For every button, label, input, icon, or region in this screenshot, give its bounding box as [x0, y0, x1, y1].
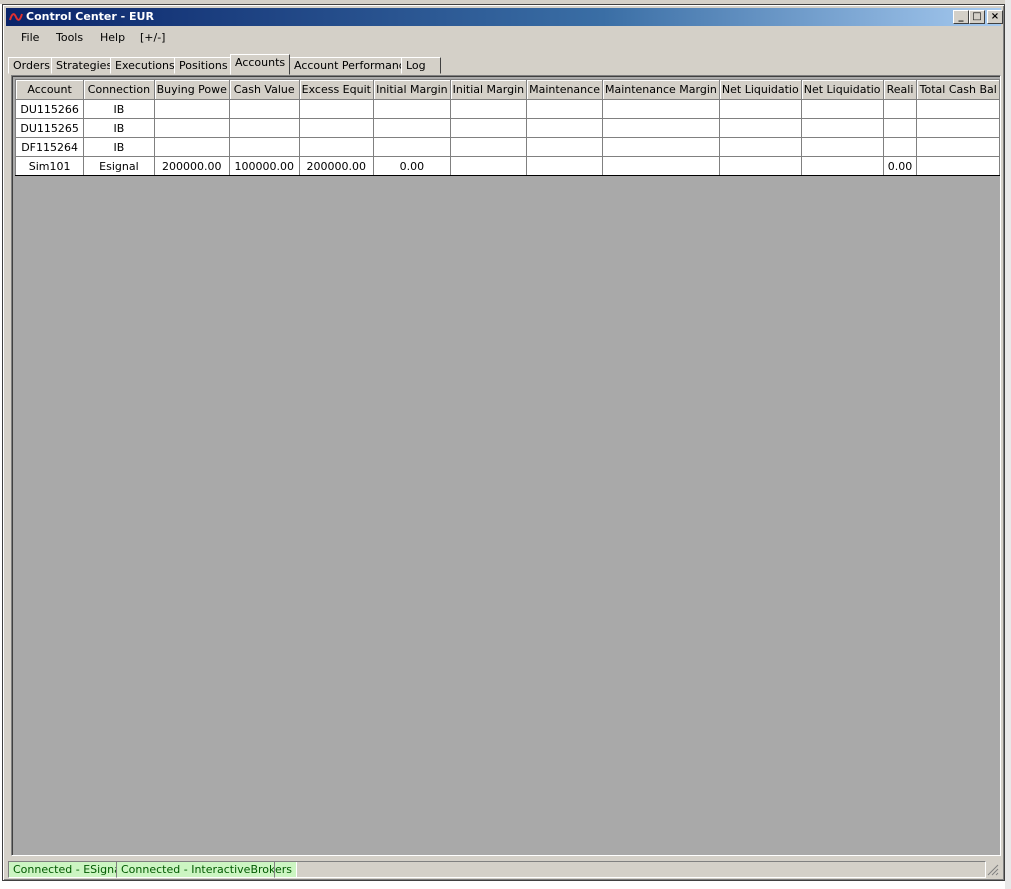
table-cell[interactable]: [228, 137, 300, 157]
col-connection-header[interactable]: Connection: [83, 79, 155, 100]
table-cell[interactable]: [526, 137, 603, 157]
table-cell[interactable]: [601, 137, 720, 157]
window-title: Control Center - EUR: [26, 10, 154, 23]
table-cell[interactable]: [373, 137, 451, 157]
table-cell[interactable]: [298, 137, 375, 157]
control-center-window: Control Center - EUR _ □ × File Tools He…: [2, 4, 1005, 881]
col-net-liquidation-header[interactable]: Net Liquidatio: [718, 79, 802, 100]
tab-account-performance[interactable]: Account Performance: [289, 57, 417, 74]
menu-file[interactable]: File: [21, 31, 39, 45]
col-initial-margin-2-header[interactable]: Initial Margin: [449, 79, 528, 100]
maximize-button[interactable]: □: [969, 10, 985, 24]
table-cell[interactable]: [228, 118, 300, 138]
table-cell[interactable]: [449, 99, 528, 119]
table-cell[interactable]: [449, 156, 528, 176]
table-cell[interactable]: 100000.00: [228, 156, 300, 176]
status-bar: Connected - ESignal Connected - Interact…: [6, 861, 1001, 879]
table-row[interactable]: DU115265 IB: [14, 118, 1000, 138]
tab-log[interactable]: Log: [401, 57, 441, 74]
tab-executions[interactable]: Executions: [110, 57, 180, 74]
table-cell[interactable]: [800, 118, 884, 138]
table-cell[interactable]: DF115264: [14, 137, 85, 157]
table-cell[interactable]: [526, 156, 603, 176]
table-cell[interactable]: [153, 99, 230, 119]
col-account-header[interactable]: Account: [14, 79, 85, 100]
table-cell[interactable]: [601, 118, 720, 138]
table-cell[interactable]: [298, 118, 375, 138]
table-cell[interactable]: [800, 99, 884, 119]
tab-strategies[interactable]: Strategies: [51, 57, 118, 74]
accounts-grid-area: Account Connection Buying Powe Cash Valu…: [11, 75, 1001, 856]
table-cell[interactable]: [153, 118, 230, 138]
table-row[interactable]: DF115264 IB: [14, 137, 1000, 157]
table-cell[interactable]: [800, 137, 884, 157]
table-cell[interactable]: Sim101: [14, 156, 85, 176]
table-cell[interactable]: [882, 118, 918, 138]
col-total-cash-balance-header[interactable]: Total Cash Bal: [916, 79, 1000, 100]
resize-grip-icon[interactable]: [987, 864, 999, 876]
table-cell[interactable]: [718, 99, 802, 119]
table-cell[interactable]: [153, 137, 230, 157]
col-cash-value-header[interactable]: Cash Value: [228, 79, 300, 100]
menu-help[interactable]: Help: [100, 31, 125, 45]
table-cell[interactable]: Esignal: [83, 156, 155, 176]
app-icon: [9, 13, 23, 21]
menu-bar: File Tools Help [+/-]: [6, 28, 1001, 48]
table-cell[interactable]: [526, 99, 603, 119]
table-cell[interactable]: 0.00: [373, 156, 451, 176]
col-buying-power-header[interactable]: Buying Powe: [153, 79, 230, 100]
table-cell[interactable]: [718, 137, 802, 157]
header-row: Account Connection Buying Powe Cash Valu…: [14, 79, 1000, 100]
table-cell[interactable]: [298, 99, 375, 119]
table-cell[interactable]: [718, 156, 802, 176]
desktop-background-right: [1005, 0, 1011, 889]
minimize-button[interactable]: _: [953, 10, 969, 24]
table-cell[interactable]: 200000.00: [153, 156, 230, 176]
table-cell[interactable]: [449, 118, 528, 138]
col-realized-header[interactable]: Reali: [882, 79, 918, 100]
col-maintenance-margin-header[interactable]: Maintenance Margin: [601, 79, 720, 100]
status-interactivebrokers: Connected - InteractiveBrokers: [116, 861, 298, 878]
table-cell[interactable]: [800, 156, 884, 176]
table-cell[interactable]: IB: [83, 118, 155, 138]
table-cell[interactable]: [916, 99, 1000, 119]
table-cell[interactable]: [601, 156, 720, 176]
table-cell[interactable]: DU115266: [14, 99, 85, 119]
col-net-liquidation-2-header[interactable]: Net Liquidatio: [800, 79, 884, 100]
table-cell[interactable]: [228, 99, 300, 119]
table-cell[interactable]: [916, 118, 1000, 138]
table-cell[interactable]: [449, 137, 528, 157]
tab-strip: Orders Strategies Executions Positions A…: [8, 54, 1001, 75]
title-bar[interactable]: Control Center - EUR _ □ ×: [6, 8, 1003, 26]
table-cell[interactable]: [373, 99, 451, 119]
table-cell[interactable]: [916, 137, 1000, 157]
table-cell[interactable]: [526, 118, 603, 138]
table-cell[interactable]: [373, 118, 451, 138]
tab-orders[interactable]: Orders: [8, 57, 55, 74]
accounts-table: Account Connection Buying Powe Cash Valu…: [14, 79, 1000, 176]
table-row[interactable]: Sim101 Esignal 200000.00 100000.00 20000…: [14, 156, 1000, 176]
col-maintenance-header[interactable]: Maintenance: [526, 79, 603, 100]
col-excess-equity-header[interactable]: Excess Equit: [298, 79, 375, 100]
table-cell[interactable]: 200000.00: [298, 156, 375, 176]
table-cell[interactable]: DU115265: [14, 118, 85, 138]
table-cell[interactable]: 0.00: [882, 156, 918, 176]
table-cell[interactable]: IB: [83, 137, 155, 157]
table-cell[interactable]: [718, 118, 802, 138]
table-cell[interactable]: [882, 99, 918, 119]
menu-toggle[interactable]: [+/-]: [140, 31, 165, 45]
table-row[interactable]: DU115266 IB: [14, 99, 1000, 119]
status-empty-panel: [274, 861, 986, 878]
status-esignal: Connected - ESignal: [8, 861, 129, 878]
tab-accounts[interactable]: Accounts: [230, 54, 291, 75]
col-initial-margin-header[interactable]: Initial Margin: [373, 79, 451, 100]
table-cell[interactable]: IB: [83, 99, 155, 119]
table-cell[interactable]: [882, 137, 918, 157]
tab-positions[interactable]: Positions: [174, 57, 233, 74]
menu-tools[interactable]: Tools: [56, 31, 83, 45]
table-cell[interactable]: [601, 99, 720, 119]
table-cell[interactable]: [916, 156, 1000, 176]
close-button[interactable]: ×: [987, 10, 1003, 24]
